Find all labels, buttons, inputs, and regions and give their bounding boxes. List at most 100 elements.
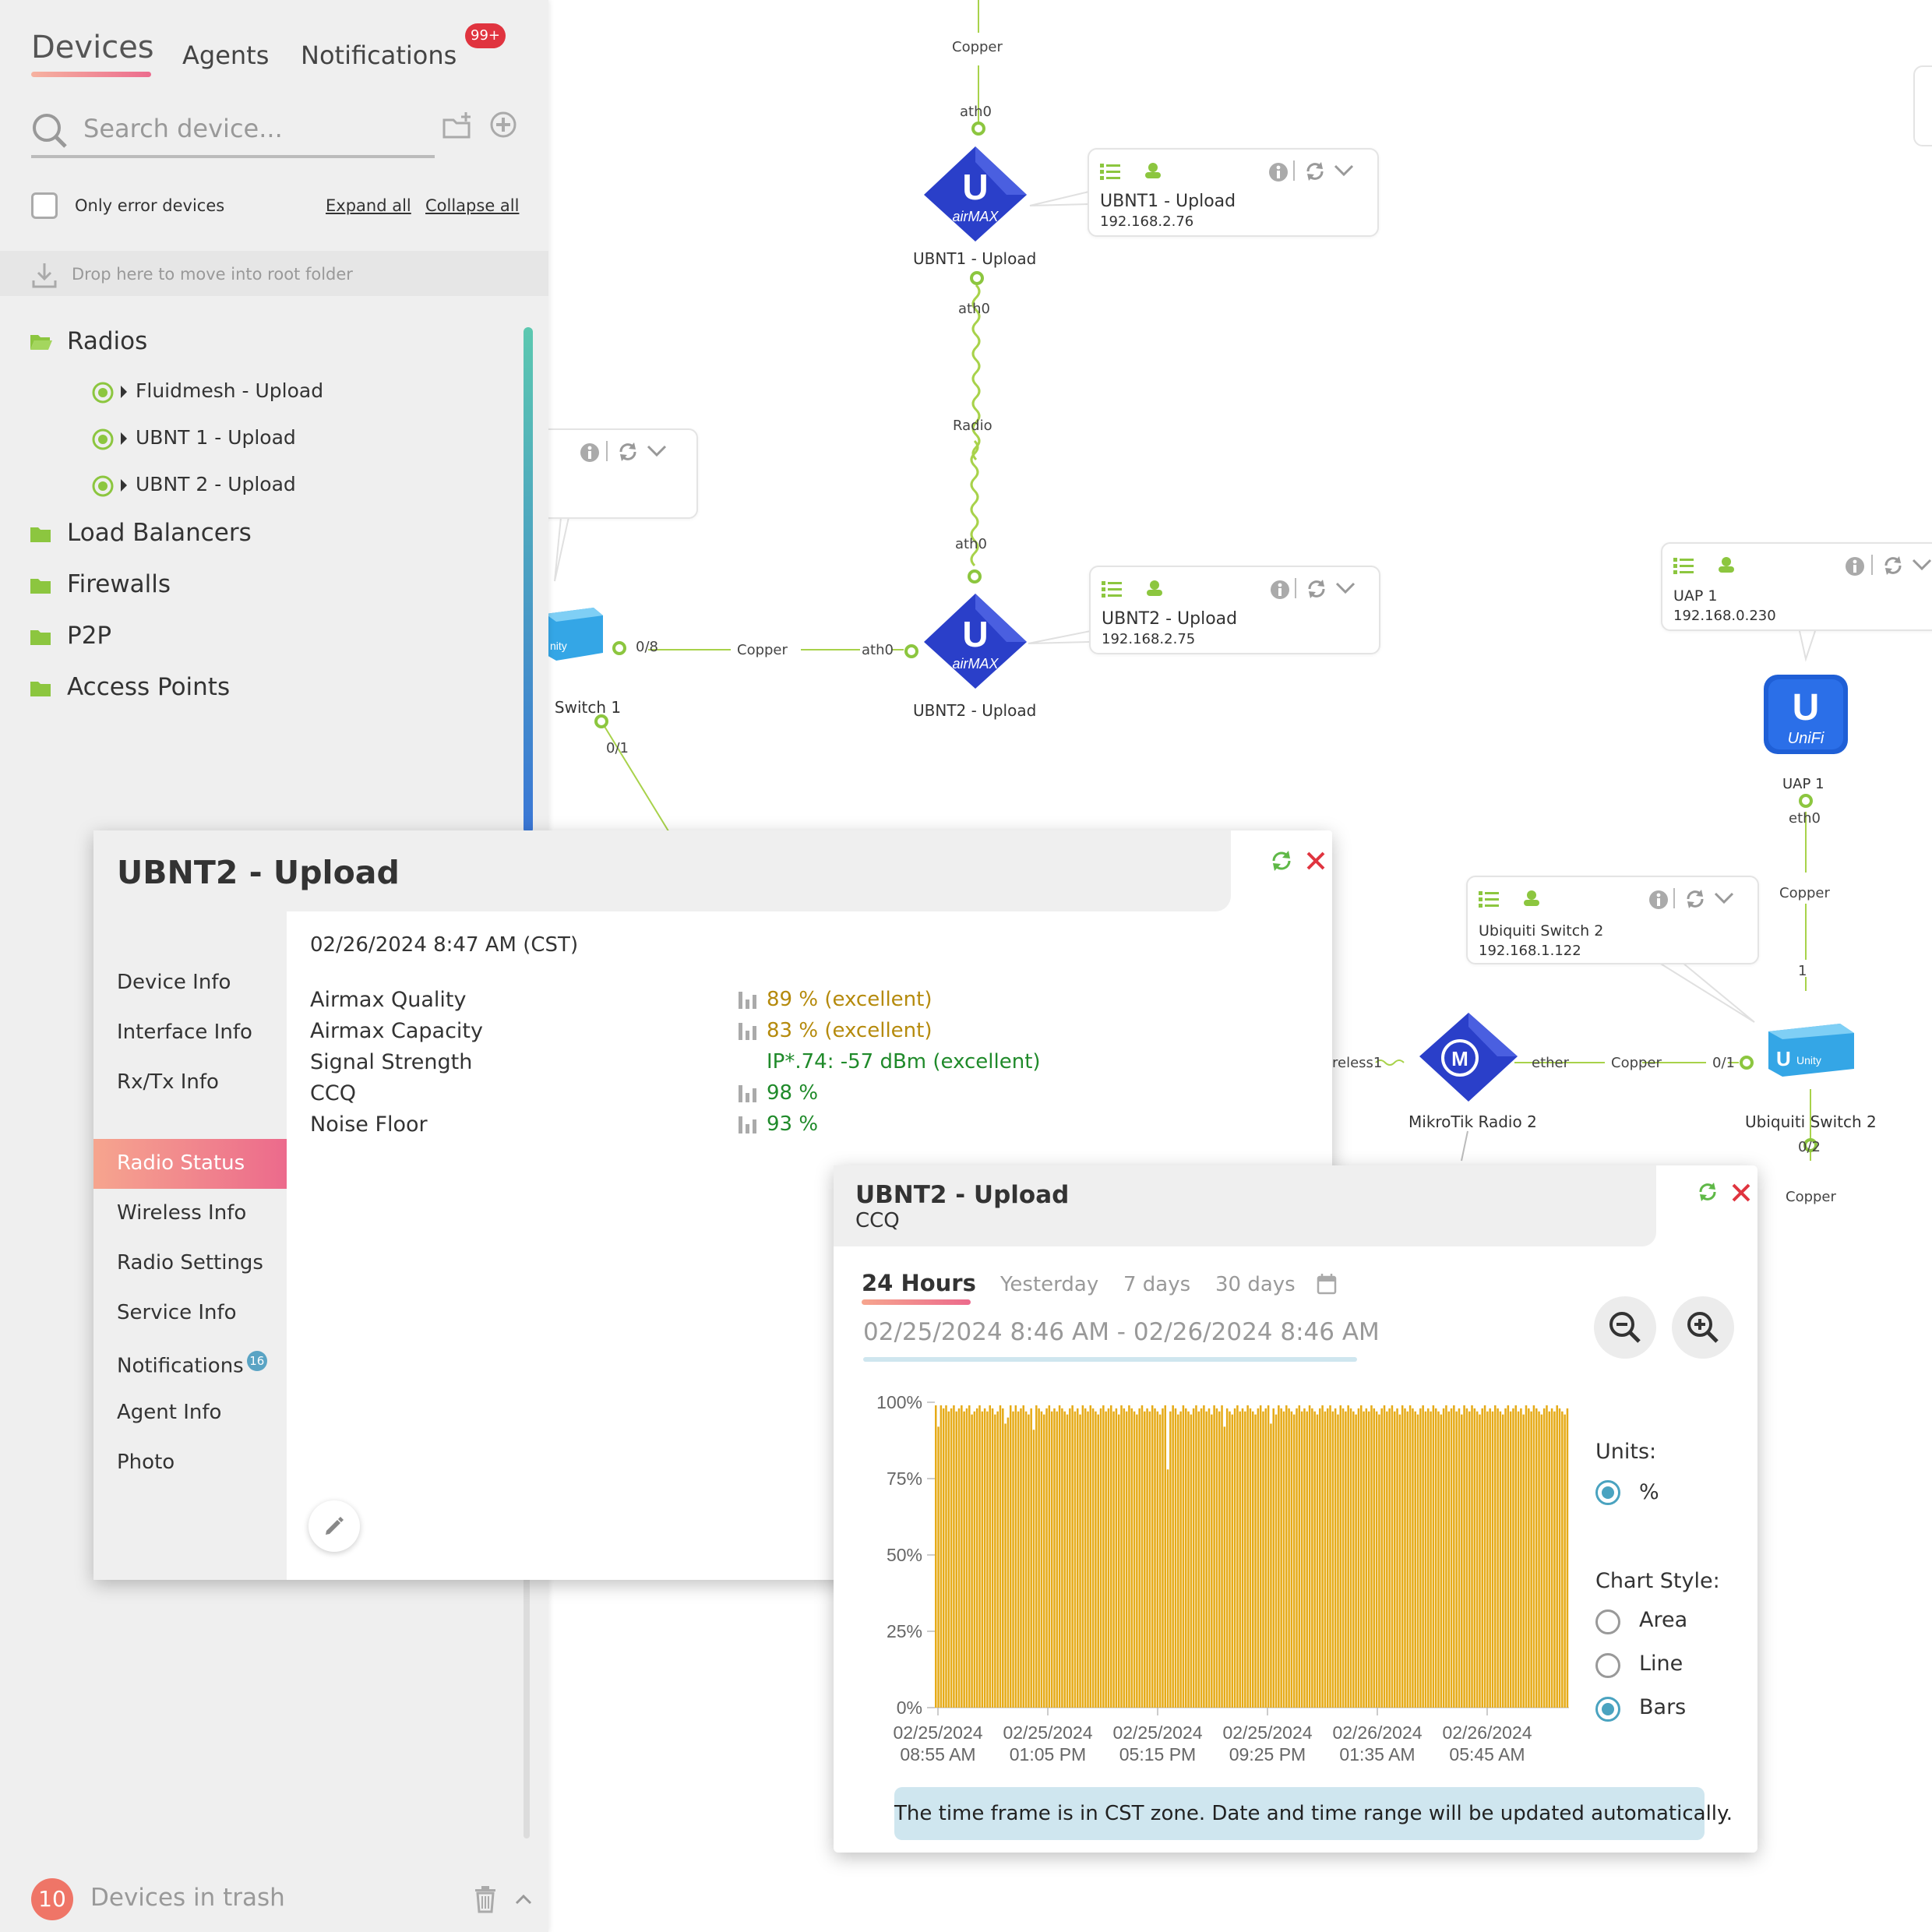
port-label-0-1: 0/1 [1712, 1055, 1735, 1071]
x-tick-label: 01:05 PM [1010, 1744, 1086, 1765]
info-icon[interactable] [1270, 580, 1290, 603]
tab-agents[interactable]: Agents [182, 41, 269, 70]
info-icon[interactable] [580, 442, 600, 466]
chevron-down-icon[interactable] [1335, 581, 1356, 598]
close-icon[interactable] [1731, 1183, 1751, 1206]
refresh-icon[interactable] [617, 441, 639, 466]
chart-y-axis: 0% 25% 50% 75% 100% [876, 1392, 922, 1718]
refresh-icon[interactable] [1684, 888, 1706, 913]
menu-radio-settings[interactable]: Radio Settings [117, 1251, 263, 1274]
chart-bar [1074, 1411, 1077, 1708]
device-node-mikrotik2[interactable]: M [1416, 1010, 1521, 1108]
list-icon[interactable] [1479, 891, 1499, 911]
info-icon[interactable] [1268, 162, 1289, 185]
chart-bar [953, 1405, 955, 1708]
device-card-ubnt2[interactable]: UBNT2 - Upload 192.168.2.75 [1089, 566, 1380, 654]
chevron-down-icon[interactable] [1714, 891, 1734, 908]
search-icon [31, 112, 69, 153]
device-node-ubnt1[interactable]: U airMAX [921, 143, 1030, 248]
chart-bar [950, 1408, 953, 1708]
range-tab-yesterday[interactable]: Yesterday [1000, 1273, 1098, 1296]
chart-bar [1148, 1411, 1151, 1708]
menu-agent-info[interactable]: Agent Info [117, 1401, 221, 1424]
menu-notifications[interactable]: Notifications 16 [117, 1351, 267, 1378]
svg-text:airMAX: airMAX [952, 656, 999, 672]
list-icon[interactable] [1673, 558, 1694, 578]
search-input[interactable]: Search device... [83, 114, 283, 143]
calendar-icon[interactable] [1317, 1273, 1337, 1298]
device-node-uap1[interactable]: U UniFi [1761, 672, 1851, 760]
collapse-all-link[interactable]: Collapse all [425, 196, 519, 215]
chart-bar [1306, 1411, 1308, 1708]
x-tick-label: 02/25/2024 [1003, 1722, 1092, 1743]
info-icon[interactable] [1648, 890, 1669, 913]
trash-icon[interactable] [474, 1885, 497, 1916]
chart-bar [1316, 1414, 1319, 1708]
refresh-icon[interactable] [1306, 578, 1327, 603]
side-drawer-handle[interactable] [1913, 65, 1932, 146]
ccq-bar-chart[interactable]: 0%25%50%75%100% 02/25/202408:55 AM02/25/… [834, 1368, 1581, 1773]
zoom-out-button[interactable] [1594, 1296, 1656, 1359]
refresh-icon[interactable] [1697, 1181, 1719, 1206]
chart-bar [1479, 1414, 1481, 1708]
edit-button[interactable] [308, 1500, 360, 1552]
menu-radio-status[interactable]: Radio Status [117, 1151, 245, 1175]
chart-bar [963, 1411, 965, 1708]
style-bars-radio[interactable] [1595, 1697, 1620, 1722]
caret-right-icon[interactable] [120, 478, 128, 495]
chart-bar [1197, 1411, 1200, 1708]
agent-icon[interactable] [1144, 162, 1162, 182]
menu-photo[interactable]: Photo [117, 1451, 175, 1474]
only-error-checkbox[interactable] [31, 192, 58, 219]
chevron-down-icon[interactable] [647, 444, 667, 461]
scrollbar-thumb[interactable] [524, 327, 533, 834]
device-card-switch2[interactable]: Ubiquiti Switch 2 192.168.1.122 [1466, 876, 1759, 964]
menu-device-info[interactable]: Device Info [117, 971, 231, 994]
info-icon[interactable] [1845, 556, 1865, 580]
device-node-switch1[interactable]: nity [545, 605, 603, 667]
list-icon[interactable] [1102, 581, 1122, 601]
folder-icon [30, 525, 51, 547]
caret-right-icon[interactable] [120, 432, 128, 449]
chart-bar [983, 1408, 986, 1708]
tab-notifications[interactable]: Notifications [301, 41, 457, 70]
chevron-down-icon[interactable] [1334, 164, 1354, 181]
device-card-switch1[interactable] [534, 428, 698, 519]
x-tick-label: 08:55 AM [900, 1744, 975, 1765]
device-node-switch2[interactable]: U Unity [1765, 1021, 1856, 1083]
chart-bar [1012, 1411, 1014, 1708]
style-area-radio[interactable] [1595, 1609, 1620, 1634]
agent-icon[interactable] [1145, 580, 1164, 600]
add-folder-icon[interactable] [442, 111, 474, 142]
range-tab-7days[interactable]: 7 days [1123, 1273, 1190, 1296]
chevron-down-icon[interactable] [1912, 558, 1932, 575]
caret-right-icon[interactable] [120, 385, 128, 402]
zoom-in-button[interactable] [1672, 1296, 1734, 1359]
menu-wireless-info[interactable]: Wireless Info [117, 1201, 246, 1225]
chart-bar [1499, 1411, 1502, 1708]
refresh-icon[interactable] [1270, 849, 1293, 876]
close-icon[interactable] [1306, 851, 1326, 874]
port-label-eth0: eth0 [1789, 810, 1821, 827]
range-tab-24h[interactable]: 24 Hours [862, 1270, 976, 1296]
list-icon[interactable] [1100, 164, 1120, 184]
device-card-ubnt1[interactable]: UBNT1 - Upload 192.168.2.76 [1088, 148, 1379, 237]
range-tab-30days[interactable]: 30 days [1215, 1273, 1296, 1296]
device-node-ubnt2[interactable]: U airMAX [921, 591, 1030, 695]
agent-icon[interactable] [1522, 890, 1541, 910]
device-card-uap1[interactable]: UAP 1 192.168.0.230 [1661, 542, 1932, 631]
chevron-up-icon[interactable] [514, 1893, 533, 1909]
chart-bar [1375, 1411, 1378, 1708]
chart-bar [1187, 1411, 1190, 1708]
agent-icon[interactable] [1717, 556, 1736, 576]
style-line-radio[interactable] [1595, 1653, 1620, 1678]
expand-all-link[interactable]: Expand all [326, 196, 411, 215]
menu-rxtx-info[interactable]: Rx/Tx Info [117, 1070, 219, 1094]
unit-percent-radio[interactable] [1595, 1480, 1620, 1505]
menu-service-info[interactable]: Service Info [117, 1301, 237, 1324]
add-device-icon[interactable] [489, 111, 517, 142]
refresh-icon[interactable] [1882, 555, 1904, 580]
refresh-icon[interactable] [1304, 160, 1326, 185]
menu-interface-info[interactable]: Interface Info [117, 1021, 252, 1044]
tab-devices[interactable]: Devices [31, 30, 154, 65]
